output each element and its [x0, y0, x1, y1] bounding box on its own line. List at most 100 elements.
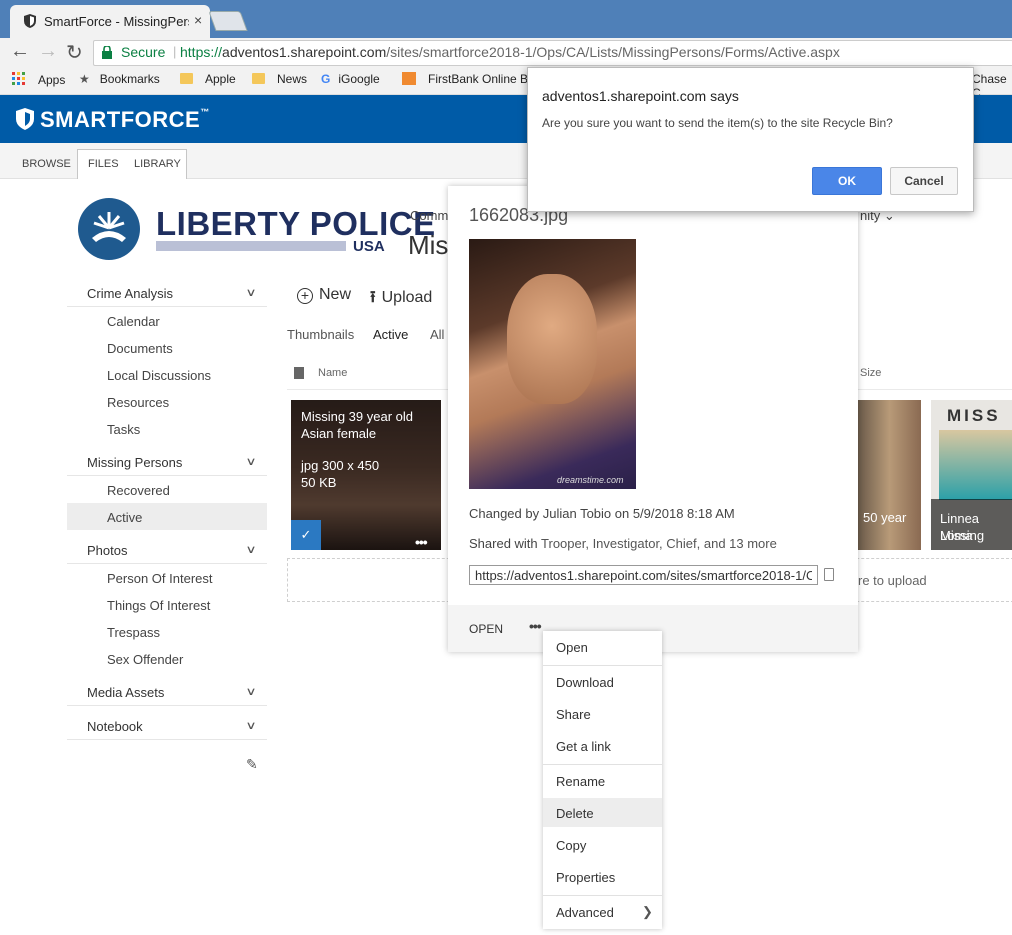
tab-close-icon[interactable]: × [194, 12, 202, 28]
menu-item-delete[interactable]: Delete [556, 806, 594, 821]
checkmark-icon[interactable]: ✓ [291, 520, 321, 550]
menu-item-download[interactable]: Download [556, 675, 614, 690]
nav-active-highlight [67, 503, 267, 530]
reload-icon[interactable]: ↻ [66, 40, 83, 65]
plus-icon: + [297, 288, 313, 304]
forward-icon[interactable]: → [38, 40, 58, 63]
folder-icon [180, 73, 193, 84]
address-bar[interactable]: Secure | https://adventos1.sharepoint.co… [93, 40, 1012, 66]
column-header-size[interactable]: Size [860, 367, 881, 379]
open-button[interactable]: OPEN [469, 622, 503, 636]
changed-by-text: Changed by Julian Tobio on 5/9/2018 8:18… [469, 506, 735, 521]
menu-item-open[interactable]: Open [556, 640, 588, 655]
apps-grid-icon [12, 72, 25, 85]
image-preview[interactable]: dreamstime.com [469, 239, 636, 489]
upload-button-label: Upload [381, 289, 433, 306]
bookmark-news-label: News [277, 72, 308, 86]
nav-item-recovered[interactable]: Recovered [107, 483, 170, 498]
thumbnail-tile[interactable]: 50 year [858, 400, 921, 550]
url-host: adventos1.sharepoint.com [222, 44, 387, 60]
tab-files[interactable]: FILES [88, 158, 119, 170]
browser-tab[interactable]: SmartForce - MissingPersons × [10, 5, 210, 38]
menu-divider [543, 665, 662, 666]
menu-item-copy[interactable]: Copy [556, 838, 586, 853]
folder-icon [252, 73, 265, 84]
chevron-down-icon[interactable]: ∨ [245, 543, 256, 556]
bookmark-igoogle[interactable]: GiGoogle [321, 72, 380, 86]
bookmark-news[interactable]: News [252, 72, 307, 86]
thumbnail-tile[interactable]: MISS Linnea Loma Missing [931, 400, 1012, 550]
site-nav-community[interactable]: Comm [410, 208, 448, 223]
nav-item-things-of-interest[interactable]: Things Of Interest [107, 598, 210, 613]
chevron-down-icon[interactable]: ∨ [245, 286, 256, 299]
nav-item-sex-offender[interactable]: Sex Offender [107, 652, 183, 667]
nav-item-trespass[interactable]: Trespass [107, 625, 160, 640]
google-icon: G [321, 72, 331, 86]
menu-item-rename[interactable]: Rename [556, 774, 605, 789]
url-text: https://adventos1.sharepoint.com/sites/s… [180, 44, 840, 60]
bookmark-apps[interactable]: Apps [12, 72, 65, 87]
liberty-police-logo[interactable] [78, 198, 140, 263]
statue-of-liberty-icon [78, 198, 140, 260]
cancel-button[interactable]: Cancel [890, 167, 958, 195]
copy-icon[interactable] [824, 568, 834, 581]
chevron-down-icon[interactable]: ∨ [245, 685, 256, 698]
column-header-name[interactable]: Name [318, 367, 347, 379]
brand-tm: ™ [200, 107, 210, 117]
shared-names-link[interactable]: Trooper, Investigator, Chief, and 13 mor… [541, 536, 777, 551]
document-type-icon [294, 367, 304, 379]
more-options-icon[interactable]: ••• [415, 534, 428, 550]
tab-title: SmartForce - MissingPersons [44, 14, 189, 29]
poster-banner: MISS [947, 406, 1001, 425]
tile-title-line1: Missing 39 year old [301, 409, 413, 424]
new-button[interactable]: + New [297, 286, 351, 304]
nav-item-resources[interactable]: Resources [107, 395, 169, 410]
url-scheme: https:// [180, 44, 223, 60]
divider [67, 739, 267, 740]
nav-section-photos[interactable]: Photos [87, 543, 127, 558]
chevron-down-icon[interactable]: ∨ [245, 719, 256, 732]
menu-item-advanced[interactable]: Advanced [556, 905, 614, 920]
nav-section-media-assets[interactable]: Media Assets [87, 685, 164, 700]
nav-item-active[interactable]: Active [107, 510, 142, 525]
more-options-icon[interactable]: ••• [529, 618, 542, 634]
preview-face [507, 274, 597, 404]
view-thumbnails[interactable]: Thumbnails [287, 327, 354, 342]
tile-title-line1: 50 year [863, 510, 907, 525]
view-active[interactable]: Active [373, 327, 408, 342]
bookmark-apps-label: Apps [38, 73, 66, 87]
nav-item-local-discussions[interactable]: Local Discussions [107, 368, 211, 383]
thumbnail-tile[interactable]: Missing 39 year old Asian female jpg 300… [291, 400, 441, 550]
nav-item-calendar[interactable]: Calendar [107, 314, 160, 329]
url-path: /sites/smartforce2018-1/Ops/CA/Lists/Mis… [386, 44, 840, 60]
new-tab-button[interactable] [208, 11, 248, 31]
bookmark-firstbank[interactable]: FirstBank Online B [402, 72, 528, 86]
tab-browse[interactable]: BROWSE [22, 158, 71, 170]
back-icon[interactable]: ← [10, 40, 30, 63]
bookmark-apple-label: Apple [205, 72, 236, 86]
upload-icon: ⭱ [370, 289, 376, 306]
bookmark-apple[interactable]: Apple [180, 72, 236, 86]
bookmark-bookmarks[interactable]: ★ Bookmarks [79, 72, 160, 86]
smartforce-logo[interactable]: SMARTFORCE™ [16, 107, 210, 133]
tile-filesize: 50 KB [301, 475, 337, 490]
dialog-message: Are you sure you want to send the item(s… [542, 116, 893, 130]
tab-library[interactable]: LIBRARY [134, 158, 181, 170]
menu-item-share[interactable]: Share [556, 707, 591, 722]
upload-button[interactable]: ⭱ Upload [370, 286, 432, 313]
nav-section-notebook[interactable]: Notebook [87, 719, 143, 734]
file-link-input[interactable] [469, 565, 818, 585]
menu-item-get-a-link[interactable]: Get a link [556, 739, 611, 754]
nav-item-tasks[interactable]: Tasks [107, 422, 140, 437]
ok-button[interactable]: OK [812, 167, 882, 195]
nav-item-documents[interactable]: Documents [107, 341, 173, 356]
nav-section-missing-persons[interactable]: Missing Persons [87, 455, 182, 470]
edit-links-icon[interactable]: ✎ [246, 756, 258, 773]
nav-section-crime-analysis[interactable]: Crime Analysis [87, 286, 173, 301]
nav-item-person-of-interest[interactable]: Person Of Interest [107, 571, 213, 586]
logo-subtitle: USA [353, 238, 385, 255]
new-button-label: New [319, 286, 352, 303]
chevron-down-icon[interactable]: ∨ [245, 455, 256, 468]
view-all[interactable]: All [430, 327, 444, 342]
menu-item-properties[interactable]: Properties [556, 870, 615, 885]
